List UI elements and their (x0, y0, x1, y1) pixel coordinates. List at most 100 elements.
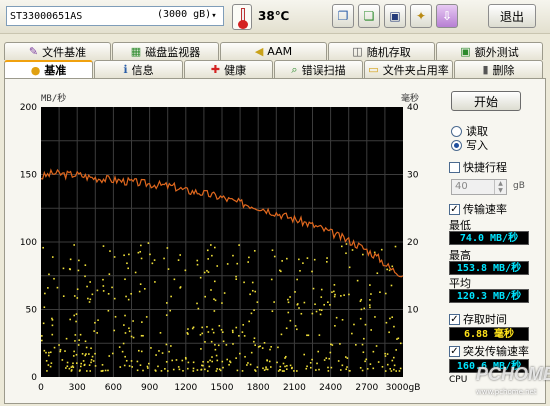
access-time-point (89, 281, 91, 283)
access-time-point (142, 334, 144, 337)
transfer-rate-checkbox[interactable]: ✓ (449, 203, 460, 215)
access-time-point (281, 260, 283, 262)
access-time-point (196, 263, 199, 266)
access-time-point (84, 354, 87, 357)
drive-capacity: (3000 gB) (157, 9, 212, 20)
access-time-point (185, 358, 187, 360)
access-time-point (293, 370, 295, 372)
write-option[interactable]: 写入 (451, 137, 488, 153)
access-time-point (79, 365, 82, 368)
access-time-point (345, 368, 348, 371)
save-icon: ▣ (389, 9, 401, 23)
tab-aam[interactable]: ◀ AAM (220, 42, 327, 60)
access-time-point (286, 257, 288, 260)
exit-button[interactable]: 退出 (488, 4, 536, 28)
access-time-point (318, 334, 321, 336)
access-time-point (104, 369, 107, 372)
access-time-point (213, 280, 216, 283)
access-time-point (241, 370, 244, 372)
access-time-point (286, 365, 288, 367)
copy-button[interactable]: ❐ (332, 4, 354, 28)
access-time-point (296, 370, 298, 372)
short-stroke-option[interactable]: 快捷行程 (449, 159, 507, 175)
save-button[interactable]: ▣ (384, 4, 406, 28)
tab-health[interactable]: ✚ 健康 (184, 60, 273, 78)
access-time-point (130, 335, 133, 338)
access-time-point (236, 369, 239, 372)
health-icon: ✚ (210, 63, 221, 76)
access-time-point (254, 290, 257, 293)
chevron-down-icon[interactable]: ▾ (207, 8, 221, 24)
access-time-point (41, 335, 43, 337)
spin-buttons[interactable]: ▲ ▼ (494, 180, 506, 194)
access-time-point (214, 343, 216, 346)
access-time-point (78, 339, 80, 341)
access-time-point (384, 292, 387, 295)
access-time-point (79, 333, 82, 336)
access-time-point (171, 359, 174, 362)
read-radio[interactable] (451, 125, 462, 137)
options-button[interactable]: ✦ (410, 4, 432, 28)
access-time-point (90, 359, 93, 361)
access-time-checkbox[interactable]: ✓ (449, 313, 460, 325)
access-time-point (251, 281, 254, 284)
access-time-point (72, 355, 75, 357)
access-time-point (309, 361, 312, 364)
access-time-point (398, 370, 401, 372)
copy-all-button[interactable]: ❏ (358, 4, 380, 28)
benchmark-icon: ● (30, 63, 41, 77)
access-time-point (251, 289, 254, 292)
access-time-point (345, 252, 347, 255)
short-stroke-unit: gB (513, 181, 525, 191)
benchmark-chart: MB/秒 毫秒 0 50 100 150 200 10 20 30 40 0 300 600 900 1200… (5, 79, 445, 405)
access-time-point (125, 359, 128, 362)
tab-disk-monitor[interactable]: ▦ 磁盘监视器 (112, 42, 219, 60)
access-time-point (320, 296, 323, 298)
access-time-point (220, 328, 223, 331)
write-radio[interactable] (451, 139, 462, 151)
access-time-point (96, 332, 98, 334)
x-tick-label: 600 (105, 383, 122, 393)
tab-info[interactable]: ℹ 信息 (94, 60, 183, 78)
access-time-point (213, 246, 216, 249)
tab-random-access[interactable]: ◫ 随机存取 (328, 42, 435, 60)
burst-rate-checkbox[interactable]: ✓ (449, 345, 460, 357)
tab-extra-tests[interactable]: ▣ 额外测试 (436, 42, 543, 60)
access-time-point (226, 263, 229, 265)
access-time-point (111, 352, 114, 355)
short-stroke-input[interactable]: 40 ▲ ▼ (451, 179, 507, 195)
start-button[interactable]: 开始 (451, 91, 521, 111)
access-time-point (160, 370, 163, 372)
access-time-point (207, 271, 210, 273)
access-time-point (145, 316, 148, 318)
access-time-point (137, 251, 140, 254)
transfer-rate-option[interactable]: ✓ 传输速率 (449, 201, 507, 217)
access-time-point (128, 327, 130, 330)
burst-rate-option[interactable]: ✓ 突发传输速率 (449, 343, 529, 359)
access-time-point (216, 359, 219, 362)
tab-error-scan[interactable]: ⌕ 错误扫描 (274, 60, 363, 78)
access-time-point (316, 362, 318, 365)
access-time-point (49, 351, 52, 354)
download-button[interactable]: ⇩ (436, 4, 458, 28)
access-time-point (122, 342, 125, 345)
access-time-point (73, 350, 75, 353)
access-time-point (248, 256, 250, 259)
drive-select[interactable]: ST33000651AS (3000 gB) ▾ (6, 6, 224, 26)
tab-delete[interactable]: ▮ 删除 (454, 60, 543, 78)
access-time-point (147, 362, 150, 365)
y-tick-label: 200 (20, 103, 37, 113)
y-tick-label: 100 (20, 238, 37, 248)
tab-benchmark[interactable]: ● 基准 (4, 60, 93, 78)
short-stroke-checkbox[interactable] (449, 161, 460, 173)
access-time-point (280, 333, 283, 336)
access-time-point (51, 317, 53, 320)
y2-tick-label: 30 (407, 171, 419, 181)
access-time-option[interactable]: ✓ 存取时间 (449, 311, 507, 327)
access-time-point (151, 262, 154, 265)
tab-folder-usage[interactable]: ▭ 文件夹占用率 (364, 60, 453, 78)
access-time-point (73, 295, 76, 297)
access-time-point (101, 364, 104, 366)
access-time-point (132, 336, 135, 339)
tab-file-benchmark[interactable]: ✎ 文件基准 (4, 42, 111, 60)
